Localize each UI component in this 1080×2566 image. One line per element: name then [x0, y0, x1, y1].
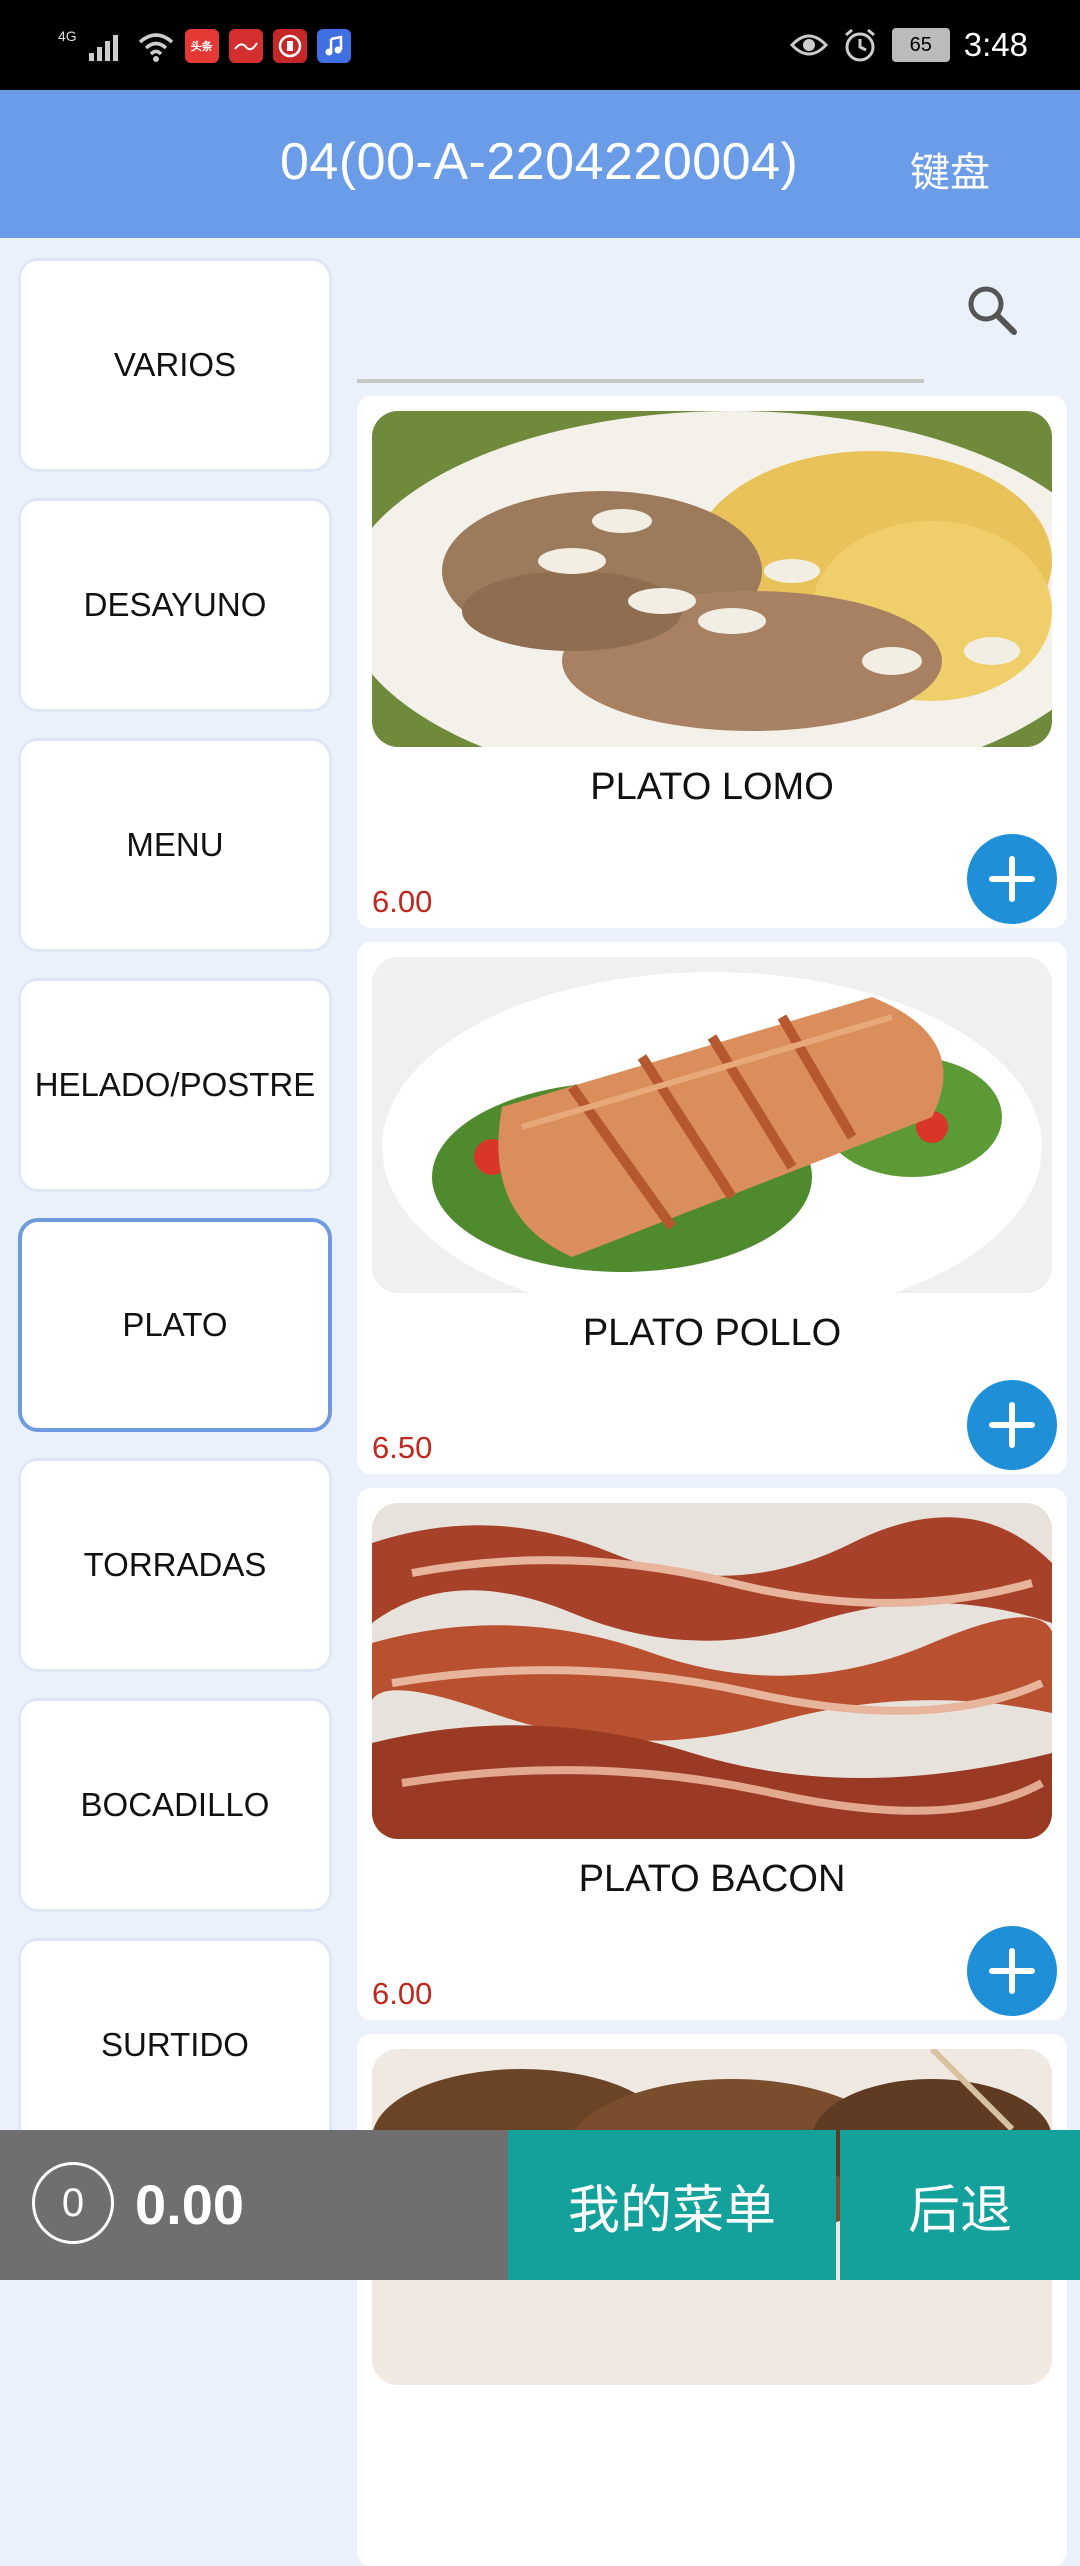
grilled-chicken-plate-image	[372, 957, 1052, 1293]
bacon-plate-image	[372, 1503, 1052, 1839]
product-card[interactable]: PLATO LOMO 6.00	[357, 396, 1067, 928]
category-bocadillo[interactable]: BOCADILLO	[18, 1698, 332, 1912]
search-input[interactable]	[357, 379, 924, 383]
order-title: 04(00-A-2204220004)	[280, 133, 799, 191]
category-plato[interactable]: PLATO	[18, 1218, 332, 1432]
pork-loin-plate-image	[372, 411, 1052, 747]
category-varios[interactable]: VARIOS	[18, 258, 332, 472]
add-button[interactable]	[967, 834, 1057, 924]
my-menu-button[interactable]: 我的菜单	[508, 2130, 836, 2280]
cart-count-badge: 0	[32, 2162, 114, 2244]
category-torradas[interactable]: TORRADAS	[18, 1458, 332, 1672]
wifi-icon	[138, 33, 173, 62]
clock: 3:48	[963, 26, 1028, 63]
category-helado-postre[interactable]: HELADO/POSTRE	[18, 978, 332, 1192]
product-price: 6.50	[372, 1430, 433, 1465]
status-left: 4G 头条	[58, 26, 351, 66]
cart-total: 0.00	[135, 2173, 244, 2236]
product-card[interactable]: PLATO POLLO 6.50	[357, 942, 1067, 1474]
cart-summary: 0 0.00	[0, 2130, 508, 2280]
search-icon[interactable]	[962, 280, 1022, 340]
red-app-icon	[228, 29, 263, 63]
status-right: 65 3:48	[789, 22, 1028, 68]
music-app-icon	[316, 29, 351, 63]
product-card[interactable]: PLATO BACON 6.00	[357, 1488, 1067, 2020]
product-name: PLATO POLLO	[582, 1312, 842, 1354]
alarm-icon	[844, 28, 875, 62]
add-button[interactable]	[967, 1926, 1057, 2016]
plus-icon	[989, 856, 1035, 902]
toutiao-app-icon: 头条	[184, 29, 219, 63]
bank-app-icon	[272, 29, 307, 63]
signal-icon	[88, 35, 118, 61]
back-button[interactable]: 后退	[840, 2130, 1080, 2280]
network-type: 4G	[58, 28, 77, 44]
category-menu[interactable]: MENU	[18, 738, 332, 952]
product-name: PLATO LOMO	[590, 766, 834, 808]
app-header: 04(00-A-2204220004) 键盘	[0, 90, 1080, 238]
category-desayuno[interactable]: DESAYUNO	[18, 498, 332, 712]
category-surtido[interactable]: SURTIDO	[18, 1938, 332, 2152]
bottom-bar: 0 0.00 我的菜单 后退	[0, 2130, 1080, 2280]
product-price: 6.00	[372, 884, 433, 919]
battery-icon: 65	[891, 28, 950, 62]
plus-icon	[989, 1948, 1035, 1994]
product-price: 6.00	[372, 1976, 433, 2011]
keyboard-button[interactable]: 键盘	[910, 140, 990, 198]
product-name: PLATO BACON	[578, 1858, 846, 1900]
add-button[interactable]	[967, 1380, 1057, 1470]
product-card[interactable]	[357, 2034, 1067, 2566]
status-bar: 4G 头条 65 3:48	[0, 0, 1080, 90]
eye-icon	[789, 34, 828, 56]
plus-icon	[989, 1402, 1035, 1448]
